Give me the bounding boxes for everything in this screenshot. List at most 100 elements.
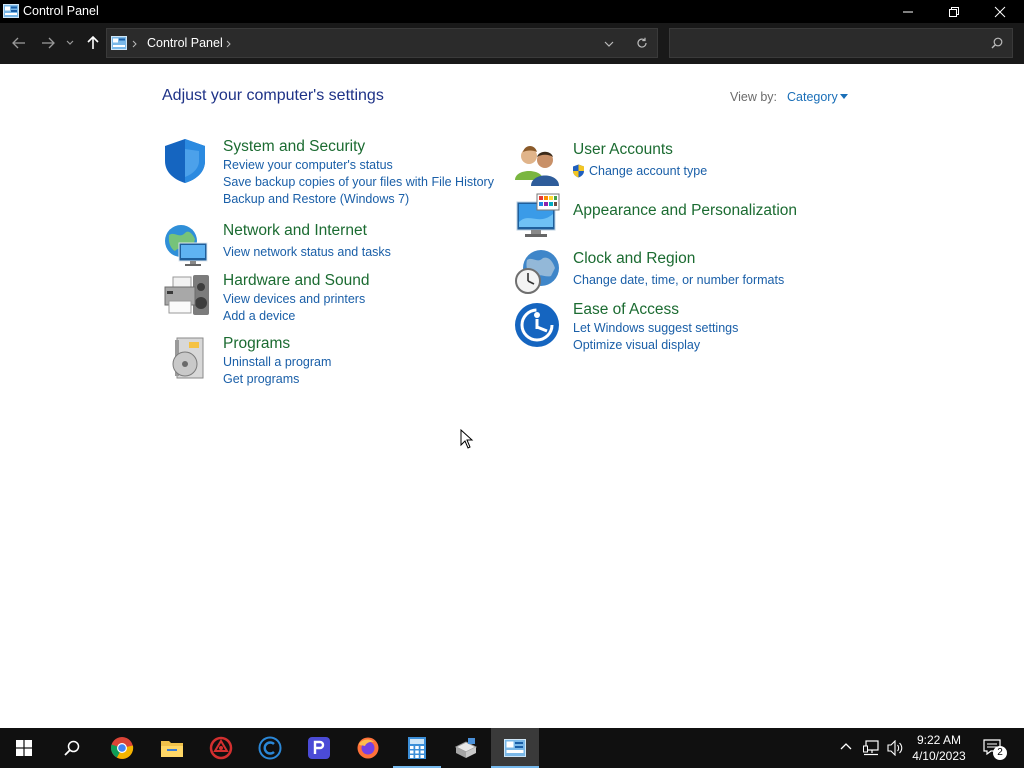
clock-date: 4/10/2023 bbox=[912, 749, 966, 763]
control-panel-icon bbox=[111, 36, 127, 50]
programs-disc-icon[interactable] bbox=[163, 334, 211, 382]
category-title[interactable]: Appearance and Personalization bbox=[573, 202, 797, 220]
minimize-icon bbox=[903, 11, 913, 12]
link-get-programs[interactable]: Get programs bbox=[223, 372, 299, 386]
chrome-icon bbox=[110, 737, 134, 759]
mouse-cursor-icon bbox=[460, 429, 474, 449]
link-review-status[interactable]: Review your computer's status bbox=[223, 158, 393, 172]
control-panel-icon bbox=[504, 739, 526, 757]
chevron-right-icon bbox=[132, 40, 137, 48]
taskbar-security-app[interactable] bbox=[197, 728, 245, 768]
category-title[interactable]: Network and Internet bbox=[223, 222, 367, 240]
calculator-icon bbox=[408, 737, 426, 759]
start-button[interactable] bbox=[0, 728, 48, 768]
chevron-down-icon bbox=[66, 40, 74, 45]
link-uninstall-program[interactable]: Uninstall a program bbox=[223, 355, 331, 369]
minimize-button[interactable] bbox=[885, 0, 931, 23]
installer-icon bbox=[454, 738, 478, 758]
file-explorer-icon bbox=[161, 741, 183, 757]
up-button[interactable] bbox=[82, 32, 104, 54]
p-app-icon bbox=[308, 737, 330, 759]
taskbar-control-panel[interactable] bbox=[491, 728, 539, 768]
forward-arrow-icon bbox=[42, 37, 55, 49]
category-programs: Programs Uninstall a program Get program… bbox=[163, 334, 493, 390]
chevron-down-icon[interactable] bbox=[604, 41, 614, 47]
page-title: Adjust your computer's settings bbox=[162, 87, 384, 104]
title-bar: Control Panel bbox=[0, 0, 1024, 23]
link-change-account-type[interactable]: Change account type bbox=[589, 164, 707, 178]
notification-badge: 2 bbox=[993, 746, 1007, 760]
refresh-icon[interactable] bbox=[636, 37, 648, 49]
link-backup-restore[interactable]: Backup and Restore (Windows 7) bbox=[223, 192, 409, 206]
control-panel-icon bbox=[3, 4, 19, 18]
taskbar-p-app[interactable] bbox=[295, 728, 343, 768]
restore-icon bbox=[949, 6, 959, 17]
category-clock-region: Clock and Region Change date, time, or n… bbox=[513, 248, 843, 296]
close-icon bbox=[994, 6, 1006, 17]
category-title[interactable]: Ease of Access bbox=[573, 301, 679, 319]
network-globe-icon[interactable] bbox=[163, 221, 211, 269]
system-clock[interactable]: 9:22 AM 4/10/2023 bbox=[906, 732, 972, 764]
window-title: Control Panel bbox=[23, 4, 99, 18]
recent-locations-button[interactable] bbox=[62, 32, 78, 54]
security-app-icon bbox=[209, 736, 233, 760]
restore-button[interactable] bbox=[931, 0, 977, 23]
clock-time: 9:22 AM bbox=[916, 733, 962, 747]
category-title[interactable]: User Accounts bbox=[573, 141, 673, 159]
taskbar-chrome[interactable] bbox=[98, 728, 146, 768]
notification-center-button[interactable]: 2 bbox=[980, 736, 1010, 760]
category-system-security: System and Security Review your computer… bbox=[163, 137, 494, 209]
link-add-device[interactable]: Add a device bbox=[223, 309, 295, 323]
forward-button[interactable] bbox=[37, 32, 59, 54]
category-network-internet: Network and Internet View network status… bbox=[163, 221, 493, 269]
taskbar-firefox[interactable] bbox=[344, 728, 392, 768]
back-button[interactable] bbox=[8, 32, 30, 54]
link-file-history[interactable]: Save backup copies of your files with Fi… bbox=[223, 175, 494, 189]
uac-shield-icon bbox=[573, 164, 584, 178]
shield-icon[interactable] bbox=[163, 137, 211, 185]
clock-globe-icon[interactable] bbox=[513, 248, 561, 296]
start-icon bbox=[16, 740, 32, 756]
up-arrow-icon bbox=[87, 36, 99, 49]
category-title[interactable]: Hardware and Sound bbox=[223, 272, 370, 290]
category-title[interactable]: Clock and Region bbox=[573, 250, 695, 268]
taskbar-installer[interactable] bbox=[442, 728, 490, 768]
c-app-icon bbox=[258, 736, 282, 760]
link-devices-printers[interactable]: View devices and printers bbox=[223, 292, 365, 306]
category-ease-of-access: Ease of Access Let Windows suggest setti… bbox=[513, 301, 843, 357]
taskbar: 9:22 AM 4/10/2023 2 bbox=[0, 728, 1024, 768]
taskbar-c-app[interactable] bbox=[246, 728, 294, 768]
chevron-right-icon[interactable] bbox=[226, 40, 232, 48]
caret-down-icon[interactable] bbox=[840, 94, 848, 99]
category-hardware-sound: Hardware and Sound View devices and prin… bbox=[163, 271, 493, 331]
users-icon[interactable] bbox=[513, 140, 561, 188]
breadcrumb[interactable]: Control Panel bbox=[147, 36, 223, 50]
address-bar[interactable]: Control Panel bbox=[106, 28, 658, 58]
network-icon[interactable] bbox=[863, 740, 879, 756]
printer-speaker-icon[interactable] bbox=[163, 271, 211, 319]
category-user-accounts: User Accounts Change account type bbox=[513, 140, 843, 188]
search-icon[interactable] bbox=[991, 37, 1003, 49]
taskbar-calculator[interactable] bbox=[393, 728, 441, 768]
address-toolbar: Control Panel bbox=[0, 23, 1024, 64]
category-title[interactable]: System and Security bbox=[223, 138, 365, 156]
volume-icon[interactable] bbox=[887, 740, 904, 756]
view-by-dropdown[interactable]: Category bbox=[787, 90, 838, 104]
search-icon bbox=[64, 740, 80, 756]
link-optimize-display[interactable]: Optimize visual display bbox=[573, 338, 700, 352]
back-arrow-icon bbox=[12, 37, 25, 49]
chevron-up-icon[interactable] bbox=[840, 742, 852, 750]
main-content: Adjust your computer's settings View by:… bbox=[0, 64, 1024, 728]
link-date-time-formats[interactable]: Change date, time, or number formats bbox=[573, 273, 784, 287]
category-title[interactable]: Programs bbox=[223, 335, 290, 353]
link-network-status[interactable]: View network status and tasks bbox=[223, 245, 391, 259]
close-button[interactable] bbox=[977, 0, 1023, 23]
view-by-label: View by: bbox=[730, 90, 778, 104]
firefox-icon bbox=[357, 737, 379, 759]
taskbar-file-explorer[interactable] bbox=[148, 728, 196, 768]
search-input[interactable] bbox=[669, 28, 1013, 58]
monitor-palette-icon[interactable] bbox=[513, 192, 561, 240]
ease-of-access-icon[interactable] bbox=[513, 301, 561, 349]
link-suggest-settings[interactable]: Let Windows suggest settings bbox=[573, 321, 738, 335]
taskbar-search-button[interactable] bbox=[48, 728, 96, 768]
